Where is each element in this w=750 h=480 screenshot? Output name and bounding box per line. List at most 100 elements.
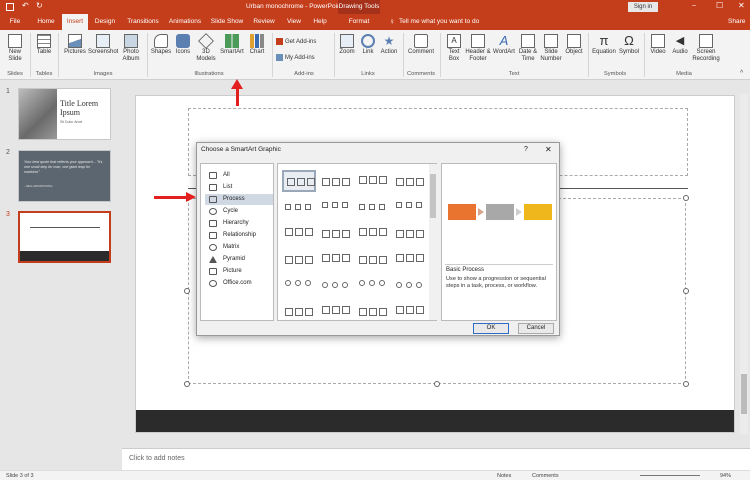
category-list-item[interactable]: List — [205, 182, 273, 193]
layout-thumbnail[interactable] — [356, 300, 390, 320]
object-button[interactable]: Object — [563, 34, 585, 56]
layout-thumbnail[interactable] — [319, 300, 353, 320]
layout-thumbnail[interactable] — [282, 170, 316, 192]
scroll-thumb[interactable] — [741, 374, 747, 414]
tab-design[interactable]: Design — [92, 14, 118, 30]
share-button[interactable]: Share — [728, 14, 745, 30]
wordart-button[interactable]: A WordArt — [491, 34, 517, 56]
zoom-slider[interactable] — [640, 475, 700, 476]
text-box-button[interactable]: A Text Box — [443, 34, 465, 63]
screen-recording-button[interactable]: Screen Recording — [691, 34, 721, 63]
tab-transitions[interactable]: Transitions — [124, 14, 162, 30]
tab-help[interactable]: Help — [309, 14, 331, 30]
header-footer-button[interactable]: Header & Footer — [465, 34, 491, 63]
icons-button[interactable]: Icons — [172, 34, 194, 56]
layout-thumbnail[interactable] — [393, 196, 427, 218]
comments-button[interactable]: Comments — [532, 473, 559, 479]
slide-thumbnail-2[interactable]: Your best quote that reflects your appro… — [18, 150, 111, 202]
audio-button[interactable]: ◀ Audio — [669, 34, 691, 56]
tell-me-search[interactable]: Tell me what you want to do — [399, 14, 479, 30]
table-button[interactable]: Table — [32, 34, 56, 56]
layout-thumbnail[interactable] — [356, 196, 390, 218]
maximize-icon[interactable]: ☐ — [716, 1, 723, 10]
layout-thumbnail[interactable] — [319, 196, 353, 218]
layout-thumbnail[interactable] — [282, 300, 316, 320]
video-button[interactable]: Video — [647, 34, 669, 56]
category-relationship[interactable]: Relationship — [205, 230, 273, 241]
collapse-ribbon-icon[interactable]: ^ — [740, 70, 743, 77]
photo-album-button[interactable]: Photo Album — [118, 34, 144, 63]
smartart-button[interactable]: SmartArt — [218, 34, 246, 56]
redo-icon[interactable]: ↻ — [36, 1, 43, 10]
tab-insert[interactable]: Insert — [62, 14, 88, 30]
category-picture[interactable]: Picture — [205, 266, 273, 277]
slide-thumbnail-3[interactable] — [18, 211, 111, 263]
resize-handle[interactable] — [434, 381, 440, 387]
date-time-button[interactable]: Date & Time — [517, 34, 539, 63]
category-all[interactable]: All — [205, 170, 273, 181]
category-cycle[interactable]: Cycle — [205, 206, 273, 217]
layout-thumbnail[interactable] — [319, 274, 353, 296]
tab-view[interactable]: View — [283, 14, 305, 30]
sign-in-button[interactable]: Sign in — [628, 2, 658, 12]
layout-thumbnail[interactable] — [356, 248, 390, 270]
notes-button[interactable]: Notes — [497, 473, 511, 479]
category-pyramid[interactable]: Pyramid — [205, 254, 273, 265]
link-button[interactable]: Link — [358, 34, 378, 56]
ok-button[interactable]: OK — [473, 323, 509, 334]
layout-thumbnail[interactable] — [393, 170, 427, 192]
cancel-button[interactable]: Cancel — [518, 323, 554, 334]
layout-thumbnail[interactable] — [282, 274, 316, 296]
layout-thumbnail[interactable] — [319, 222, 353, 244]
category-process[interactable]: Process — [205, 194, 273, 205]
3d-models-button[interactable]: 3D Models — [194, 33, 218, 63]
notes-pane[interactable]: Click to add notes — [122, 448, 750, 470]
slide-thumbnail-1[interactable]: Title Lorem Ipsum Sit Dolor Amet — [18, 88, 111, 140]
resize-handle[interactable] — [184, 381, 190, 387]
action-button[interactable]: ★ Action — [378, 34, 400, 56]
close-icon[interactable]: ✕ — [738, 1, 745, 10]
layout-thumbnail[interactable] — [393, 300, 427, 320]
resize-handle[interactable] — [683, 195, 689, 201]
layout-thumbnail[interactable] — [356, 170, 390, 192]
layout-thumbnail[interactable] — [393, 248, 427, 270]
layout-thumbnail[interactable] — [282, 248, 316, 270]
tab-home[interactable]: Home — [33, 14, 59, 30]
category-matrix[interactable]: Matrix — [205, 242, 273, 253]
shapes-button[interactable]: Shapes — [150, 34, 172, 56]
resize-handle[interactable] — [683, 288, 689, 294]
symbol-button[interactable]: Ω Symbol — [618, 34, 640, 56]
vertical-scrollbar[interactable] — [740, 94, 748, 434]
pictures-button[interactable]: Pictures — [62, 34, 88, 56]
new-slide-button[interactable]: New Slide — [3, 34, 27, 63]
comment-button[interactable]: Comment — [406, 34, 436, 56]
screenshot-button[interactable]: Screenshot — [88, 34, 118, 56]
resize-handle[interactable] — [184, 288, 190, 294]
tab-format[interactable]: Format — [338, 14, 380, 30]
equation-button[interactable]: π Equation — [590, 34, 618, 56]
slide-number-button[interactable]: Slide Number — [539, 34, 563, 63]
category-hierarchy[interactable]: Hierarchy — [205, 218, 273, 229]
help-button[interactable]: ? — [524, 146, 528, 153]
tab-slide-show[interactable]: Slide Show — [208, 14, 246, 30]
minimize-icon[interactable]: – — [692, 2, 696, 9]
chart-button[interactable]: Chart — [246, 34, 268, 56]
layout-thumbnail[interactable] — [393, 274, 427, 296]
layout-thumbnail[interactable] — [393, 222, 427, 244]
resize-handle[interactable] — [683, 381, 689, 387]
layout-thumbnail[interactable] — [356, 274, 390, 296]
my-addins-button[interactable]: My Add-ins — [276, 54, 332, 62]
layout-thumbnail[interactable] — [319, 170, 353, 192]
undo-icon[interactable]: ↶ — [22, 1, 29, 10]
gallery-scroll-thumb[interactable] — [430, 174, 436, 218]
save-icon[interactable] — [6, 3, 14, 11]
layout-thumbnail[interactable] — [356, 222, 390, 244]
layout-thumbnail[interactable] — [282, 196, 316, 218]
tab-review[interactable]: Review — [250, 14, 278, 30]
layout-thumbnail[interactable] — [319, 248, 353, 270]
tab-animations[interactable]: Animations — [166, 14, 204, 30]
tab-file[interactable]: File — [4, 14, 26, 30]
get-addins-button[interactable]: Get Add-ins — [276, 38, 332, 46]
layout-thumbnail[interactable] — [282, 222, 316, 244]
zoom-button[interactable]: Zoom — [336, 34, 358, 56]
